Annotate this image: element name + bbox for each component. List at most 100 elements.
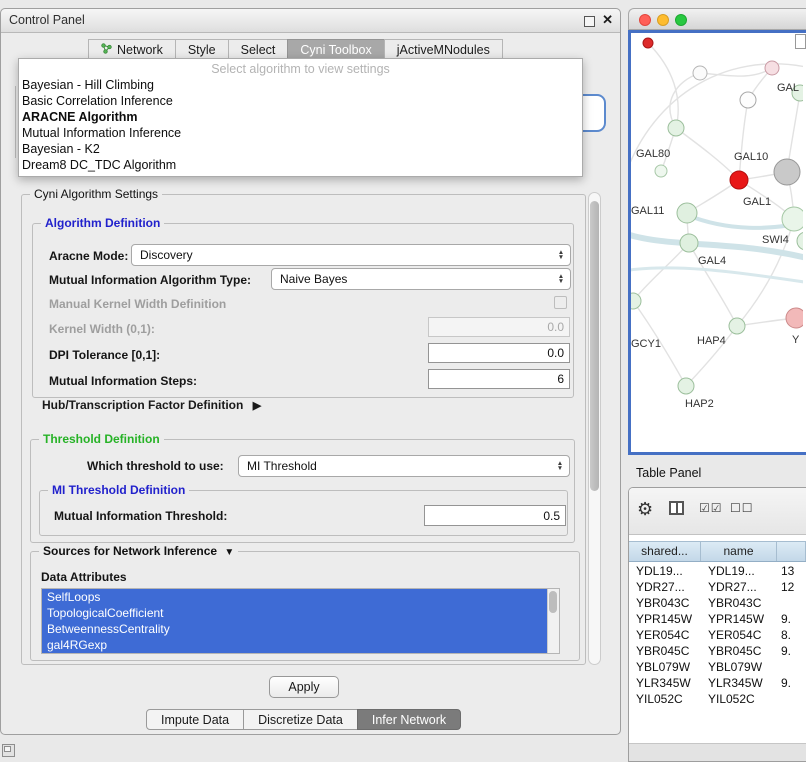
table-header-row: shared... name	[629, 541, 806, 562]
table-cell: YDR27...	[701, 579, 777, 595]
table-row[interactable]: YDL19...YDL19...13	[629, 563, 806, 579]
table-cell: YBR045C	[701, 643, 777, 659]
mi-steps-input[interactable]: 6	[428, 369, 570, 389]
collapsed-panel-icon[interactable]	[2, 744, 15, 757]
which-threshold-select[interactable]: MI Threshold ▲▼	[238, 455, 570, 477]
network-node[interactable]	[631, 293, 641, 309]
network-node[interactable]	[677, 203, 697, 223]
table-cell: YBL079W	[629, 659, 701, 675]
attribute-item-selected[interactable]: TopologicalCoefficient	[42, 605, 547, 621]
hub-definition-expander[interactable]: Hub/Transcription Factor Definition ▶	[42, 398, 261, 412]
manual-kernel-checkbox	[554, 296, 567, 309]
hub-definition-label: Hub/Transcription Factor Definition	[42, 398, 243, 412]
mi-algorithm-type-select[interactable]: Naive Bayes ▲▼	[271, 268, 571, 290]
table-row[interactable]: YPR145WYPR145W9.	[629, 611, 806, 627]
dpi-tolerance-input[interactable]: 0.0	[428, 343, 570, 363]
scrollbar-thumb[interactable]	[590, 201, 599, 491]
column-header-shared-name[interactable]: shared...	[629, 542, 701, 561]
mi-threshold-input[interactable]: 0.5	[424, 505, 566, 526]
gear-icon[interactable]: ⚙	[637, 498, 653, 520]
table-row[interactable]: YLR345WYLR345W9.	[629, 675, 806, 691]
cyni-algorithm-settings-group: Cyni Algorithm Settings Algorithm Defini…	[21, 194, 586, 665]
network-scrollbar-fragment	[795, 34, 806, 49]
float-window-icon[interactable]	[584, 16, 595, 27]
network-node[interactable]	[765, 61, 779, 75]
tab-infer-network[interactable]: Infer Network	[357, 709, 461, 730]
network-node[interactable]	[729, 318, 745, 334]
algorithm-definition-group: Algorithm Definition Aracne Mode: Discov…	[32, 223, 574, 398]
table-row[interactable]: YBL079WYBL079W	[629, 659, 806, 675]
close-icon[interactable]: ✕	[602, 12, 613, 28]
aracne-mode-label: Aracne Mode:	[49, 249, 128, 263]
network-node[interactable]	[668, 120, 684, 136]
column-header-name[interactable]: name	[701, 542, 777, 561]
algorithm-option-selected[interactable]: ARACNE Algorithm	[19, 109, 582, 125]
table-cell: YBR043C	[629, 595, 701, 611]
network-node-label: GAL80	[636, 148, 670, 160]
minimize-traffic-light[interactable]	[657, 14, 669, 26]
tab-cyni-toolbox[interactable]: Cyni Toolbox	[287, 39, 384, 60]
algorithm-option[interactable]: Bayesian - Hill Climbing	[19, 77, 582, 93]
tab-network[interactable]: Network	[88, 39, 176, 60]
dpi-tolerance-label: DPI Tolerance [0,1]:	[49, 348, 160, 362]
tab-jactivemnodules[interactable]: jActiveMNodules	[384, 39, 503, 60]
column-header-cut[interactable]	[777, 542, 806, 561]
sources-collapse-header[interactable]: Sources for Network Inference ▼	[39, 544, 238, 560]
table-cell: YDR27...	[629, 579, 701, 595]
algorithm-option[interactable]: Mutual Information Inference	[19, 125, 582, 141]
kernel-width-input: 0.0	[428, 317, 570, 337]
network-node-label: GCY1	[631, 338, 661, 350]
algorithm-option[interactable]: Basic Correlation Inference	[19, 93, 582, 109]
network-node[interactable]	[655, 165, 667, 177]
attribute-item-selected[interactable]: gal4RGexp	[42, 637, 547, 653]
table-cell: 8.	[777, 627, 806, 643]
scrollbar-thumb[interactable]	[549, 591, 557, 613]
tab-select[interactable]: Select	[228, 39, 289, 60]
algorithm-definition-title: Algorithm Definition	[41, 216, 164, 231]
network-node[interactable]	[786, 308, 803, 328]
attribute-item-selected[interactable]: BetweennessCentrality	[42, 621, 547, 637]
table-row[interactable]: YIL052CYIL052C	[629, 691, 806, 707]
zoom-traffic-light[interactable]	[675, 14, 687, 26]
network-node[interactable]	[797, 232, 803, 250]
sources-group: Sources for Network Inference ▼ Data Att…	[30, 551, 580, 661]
attribute-item-selected[interactable]: SelfLoops	[42, 589, 547, 605]
algorithm-option[interactable]: Bayesian - K2	[19, 141, 582, 157]
table-row[interactable]: YBR043CYBR043C	[629, 595, 806, 611]
table-row[interactable]: YBR045CYBR045C9.	[629, 643, 806, 659]
network-node[interactable]	[678, 378, 694, 394]
apply-button[interactable]: Apply	[269, 676, 339, 698]
network-canvas-svg: GALGAL80GAL10GAL11GAL1SWI4GAL4GCY1HAP4YH…	[631, 33, 803, 452]
network-node[interactable]	[740, 92, 756, 108]
tab-discretize-data[interactable]: Discretize Data	[243, 709, 358, 730]
window-title: Control Panel	[9, 13, 85, 27]
table-row[interactable]: YDR27...YDR27...12	[629, 579, 806, 595]
table-panel-title: Table Panel	[636, 466, 701, 480]
network-node[interactable]	[693, 66, 707, 80]
settings-scrollbar[interactable]	[588, 192, 601, 665]
table-cell: YDL19...	[629, 563, 701, 579]
combo-stepper-icon: ▲▼	[553, 461, 567, 471]
close-traffic-light[interactable]	[639, 14, 651, 26]
network-node[interactable]	[730, 171, 748, 189]
aracne-mode-select[interactable]: Discovery ▲▼	[131, 244, 571, 266]
mi-threshold-label: Mutual Information Threshold:	[54, 509, 227, 523]
select-all-checks-icon[interactable]: ☑☑	[699, 501, 723, 515]
table-cell	[777, 691, 806, 707]
network-node[interactable]	[774, 159, 800, 185]
algorithm-option[interactable]: Dream8 DC_TDC Algorithm	[19, 157, 582, 173]
deselect-all-checks-icon[interactable]: ☐☐	[730, 501, 754, 515]
table-row[interactable]: YER054CYER054C8.	[629, 627, 806, 643]
network-node[interactable]	[643, 38, 653, 48]
network-node[interactable]	[680, 234, 698, 252]
table-panel-footer	[629, 743, 806, 761]
columns-icon[interactable]	[669, 501, 684, 515]
network-node[interactable]	[782, 207, 803, 231]
kernel-width-label: Kernel Width (0,1):	[49, 322, 155, 336]
attribute-list-scrollbar[interactable]	[547, 589, 559, 653]
tab-impute-data[interactable]: Impute Data	[146, 709, 244, 730]
manual-kernel-label: Manual Kernel Width Definition	[49, 297, 226, 311]
tab-style[interactable]: Style	[175, 39, 229, 60]
table-cell: YER054C	[629, 627, 701, 643]
network-canvas[interactable]: GALGAL80GAL10GAL11GAL1SWI4GAL4GCY1HAP4YH…	[628, 30, 806, 455]
